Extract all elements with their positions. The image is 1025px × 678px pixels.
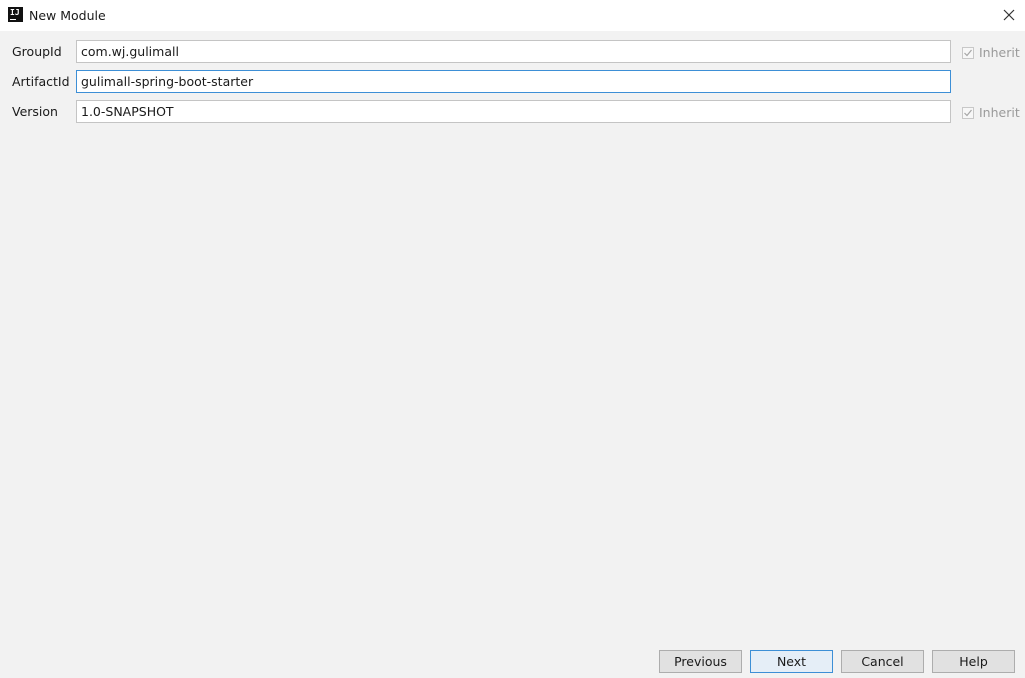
artifactid-label: ArtifactId <box>12 74 70 89</box>
next-button[interactable]: Next <box>750 650 833 673</box>
groupid-field[interactable] <box>76 40 951 63</box>
title-bar: IJ New Module <box>0 0 1025 31</box>
version-field[interactable] <box>76 100 951 123</box>
intellij-app-icon: IJ <box>8 7 23 22</box>
checkbox-checked-icon <box>962 106 974 119</box>
version-inherit-label: Inherit <box>979 105 1020 120</box>
groupid-inherit-label: Inherit <box>979 45 1020 60</box>
close-icon <box>1003 9 1015 21</box>
cancel-button[interactable]: Cancel <box>841 650 924 673</box>
dialog-title: New Module <box>29 8 106 23</box>
close-button[interactable] <box>998 3 1020 27</box>
checkbox-checked-icon <box>962 46 974 59</box>
new-module-dialog: IJ New Module GroupId Inherit ArtifactId… <box>0 0 1025 678</box>
help-button[interactable]: Help <box>932 650 1015 673</box>
previous-button[interactable]: Previous <box>659 650 742 673</box>
groupid-inherit-checkbox[interactable]: Inherit <box>962 45 1020 60</box>
groupid-label: GroupId <box>12 44 62 59</box>
version-label: Version <box>12 104 58 119</box>
artifactid-field[interactable] <box>76 70 951 93</box>
version-inherit-checkbox[interactable]: Inherit <box>962 105 1020 120</box>
app-icon-text: IJ <box>10 8 20 17</box>
